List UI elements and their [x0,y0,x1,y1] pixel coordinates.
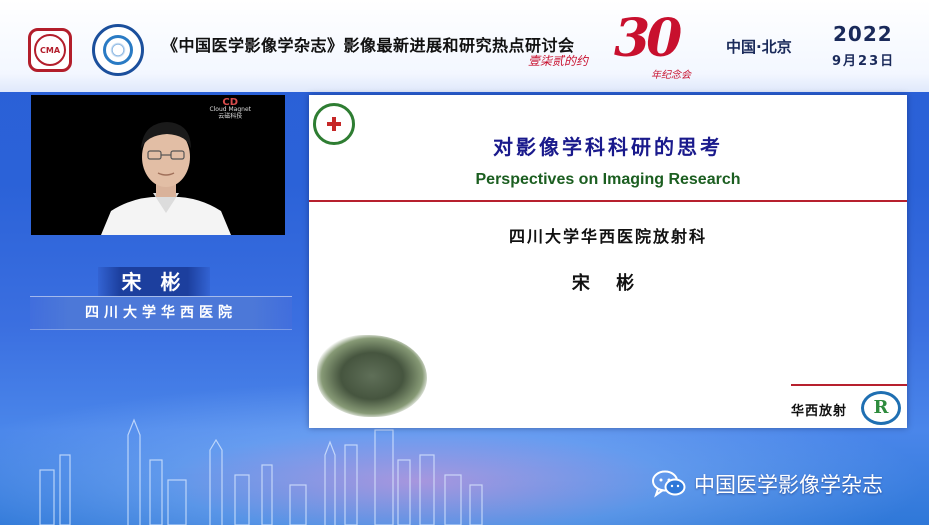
cma-logo: CMA [28,28,72,72]
slide-author: 宋 彬 [571,273,645,294]
slide-title-english: Perspectives on Imaging Research [475,171,741,188]
slide-department: 四川大学华西医院放射科 [508,227,707,246]
slide-footer-divider [791,384,907,386]
conference-header: CMA 《中国医学影像学杂志》影像最新进展和研究热点研讨会 壹柒贰的约 30 年… [0,0,929,92]
journal-logo [92,24,144,76]
conference-title: 《中国医学影像学杂志》影像最新进展和研究热点研讨会 [162,36,575,55]
speaker-video-feed[interactable]: CD Cloud Magnet 云磁科技 [31,95,285,235]
speaker-affiliation: 四川大学华西医院 [30,296,292,330]
event-location: 中国·北京 [726,38,792,56]
radiology-logo: R [861,391,901,425]
event-year: 2022 [833,22,893,46]
anniversary-slogan: 壹柒贰的约 [528,54,589,68]
red-cross-icon [327,117,341,131]
department-footer-label: 华西放射 [791,404,848,419]
wechat-account-name: 中国医学影像学杂志 [694,473,883,497]
wechat-icon [652,470,686,498]
anniversary-number: 30 [614,8,682,69]
presentation-slide[interactable]: 对影像学科科研的思考 Perspectives on Imaging Resea… [309,95,907,428]
journal-logo-emblem [103,35,133,65]
speaker-name: 宋 彬 [98,267,210,297]
anniversary-subtitle: 年纪念会 [651,70,691,81]
slide-title-chinese: 对影像学科科研的思考 [493,135,723,159]
slide-divider [309,200,907,202]
speaker-portrait [101,122,231,235]
wechat-account-watermark: 中国医学影像学杂志 [652,469,883,499]
event-date: 9月23日 [832,54,896,69]
hospital-building-image [317,335,427,417]
